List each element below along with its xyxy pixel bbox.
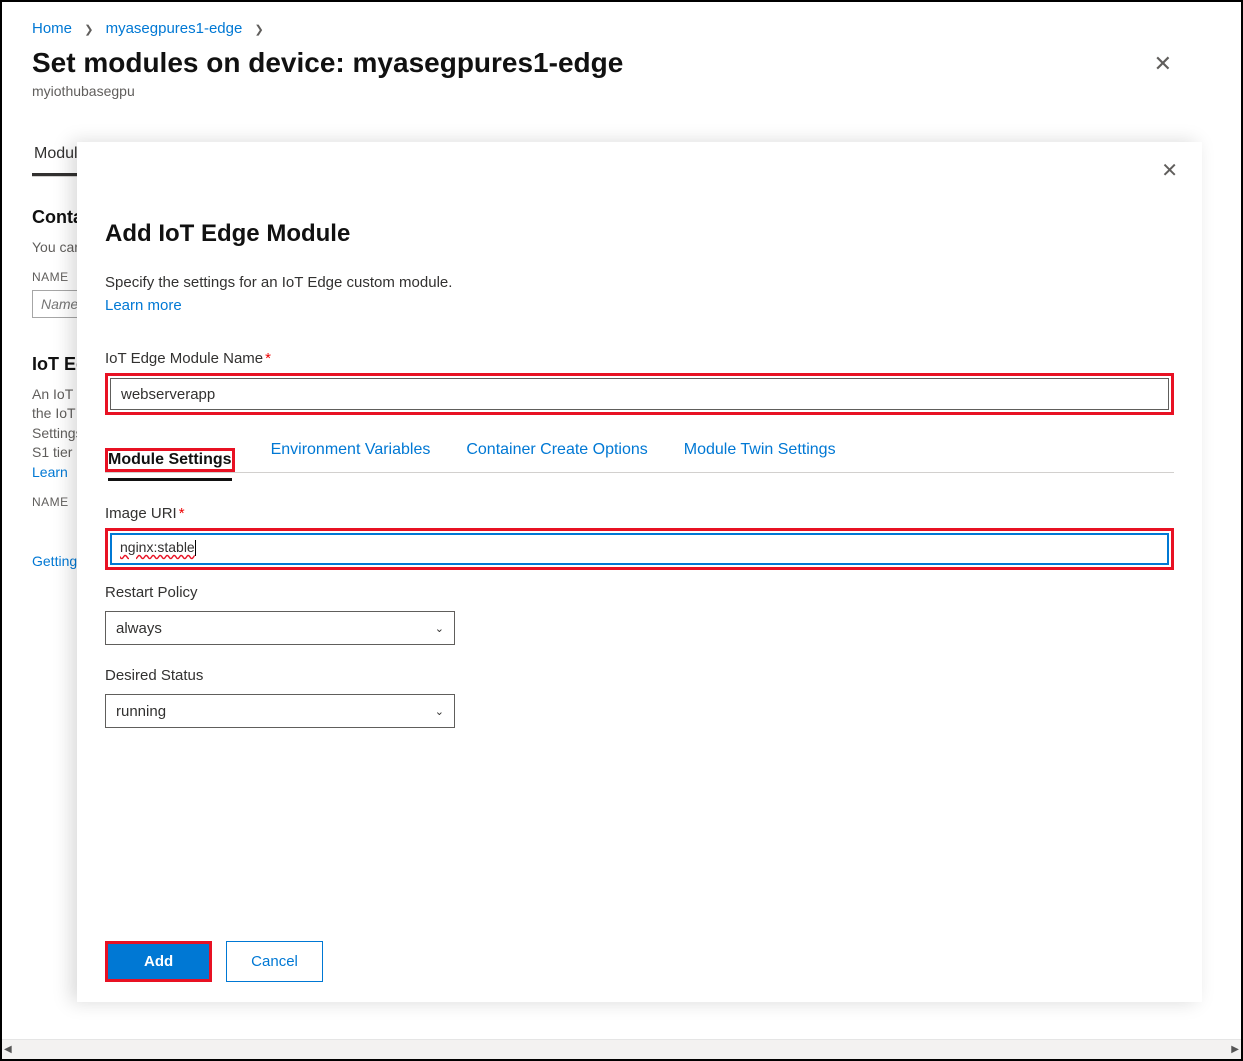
panel-title: Add IoT Edge Module [105, 220, 1174, 248]
tab-environment-variables[interactable]: Environment Variables [271, 433, 431, 472]
chevron-down-icon: ⌄ [435, 705, 444, 718]
chevron-down-icon: ⌄ [435, 622, 444, 635]
add-button[interactable]: Add [108, 944, 209, 979]
panel-description: Specify the settings for an IoT Edge cus… [105, 274, 1174, 291]
scroll-left-icon[interactable]: ◀ [4, 1044, 12, 1055]
panel-tabs: Module Settings Environment Variables Co… [105, 433, 1174, 473]
tab-module-twin-settings[interactable]: Module Twin Settings [684, 433, 836, 472]
close-icon[interactable]: ✕ [1154, 53, 1172, 75]
restart-policy-value: always [116, 620, 162, 637]
cancel-button[interactable]: Cancel [226, 941, 323, 982]
tab-module-settings[interactable]: Module Settings [108, 443, 232, 481]
add-module-panel: ✕ Add IoT Edge Module Specify the settin… [77, 142, 1202, 1002]
chevron-right-icon: ❯ [84, 23, 93, 36]
breadcrumb-device[interactable]: myasegpures1-edge [106, 20, 243, 37]
breadcrumb-home[interactable]: Home [32, 20, 72, 37]
desired-status-label: Desired Status [105, 667, 1174, 684]
image-uri-label: Image URI* [105, 505, 1174, 522]
tab-container-create-options[interactable]: Container Create Options [466, 433, 647, 472]
breadcrumb: Home ❯ myasegpures1-edge ❯ [2, 2, 1202, 47]
image-uri-input[interactable] [110, 533, 1169, 565]
learn-more-link[interactable]: Learn more [105, 297, 1174, 314]
chevron-right-icon: ❯ [255, 23, 264, 36]
restart-policy-select[interactable]: always ⌄ [105, 611, 455, 645]
scroll-right-icon[interactable]: ▶ [1231, 1044, 1239, 1055]
desired-status-value: running [116, 703, 166, 720]
learn-link[interactable]: Learn [32, 464, 68, 480]
panel-close-icon[interactable]: ✕ [1161, 158, 1178, 183]
getting-link[interactable]: Getting [32, 553, 77, 569]
horizontal-scrollbar[interactable]: ◀ ▶ [2, 1039, 1241, 1059]
restart-policy-label: Restart Policy [105, 584, 1174, 601]
page-subtitle: myiothubasegpu [32, 83, 623, 99]
module-name-input[interactable] [110, 378, 1169, 410]
page-title: Set modules on device: myasegpures1-edge [32, 47, 623, 79]
desired-status-select[interactable]: running ⌄ [105, 694, 455, 728]
module-name-label: IoT Edge Module Name* [105, 350, 1174, 367]
